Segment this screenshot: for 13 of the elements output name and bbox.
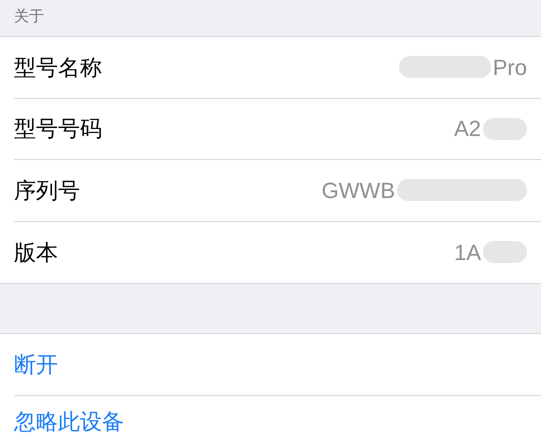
- redaction-bar: [483, 118, 527, 140]
- row-value: GWWB: [322, 176, 395, 205]
- row-label: 序列号: [14, 176, 80, 205]
- redaction-bar: [483, 241, 527, 264]
- row-label: 型号名称: [14, 54, 102, 82]
- row-label: 版本: [14, 238, 58, 267]
- section-header: 关于: [14, 6, 44, 26]
- row-label: 型号号码: [14, 115, 102, 144]
- action-link[interactable]: 忽略此设备: [14, 405, 124, 438]
- action-link[interactable]: 断开: [14, 348, 58, 381]
- row-value: 1A: [454, 238, 481, 267]
- row-value: A2: [454, 115, 481, 144]
- row-value: Pro: [492, 54, 527, 82]
